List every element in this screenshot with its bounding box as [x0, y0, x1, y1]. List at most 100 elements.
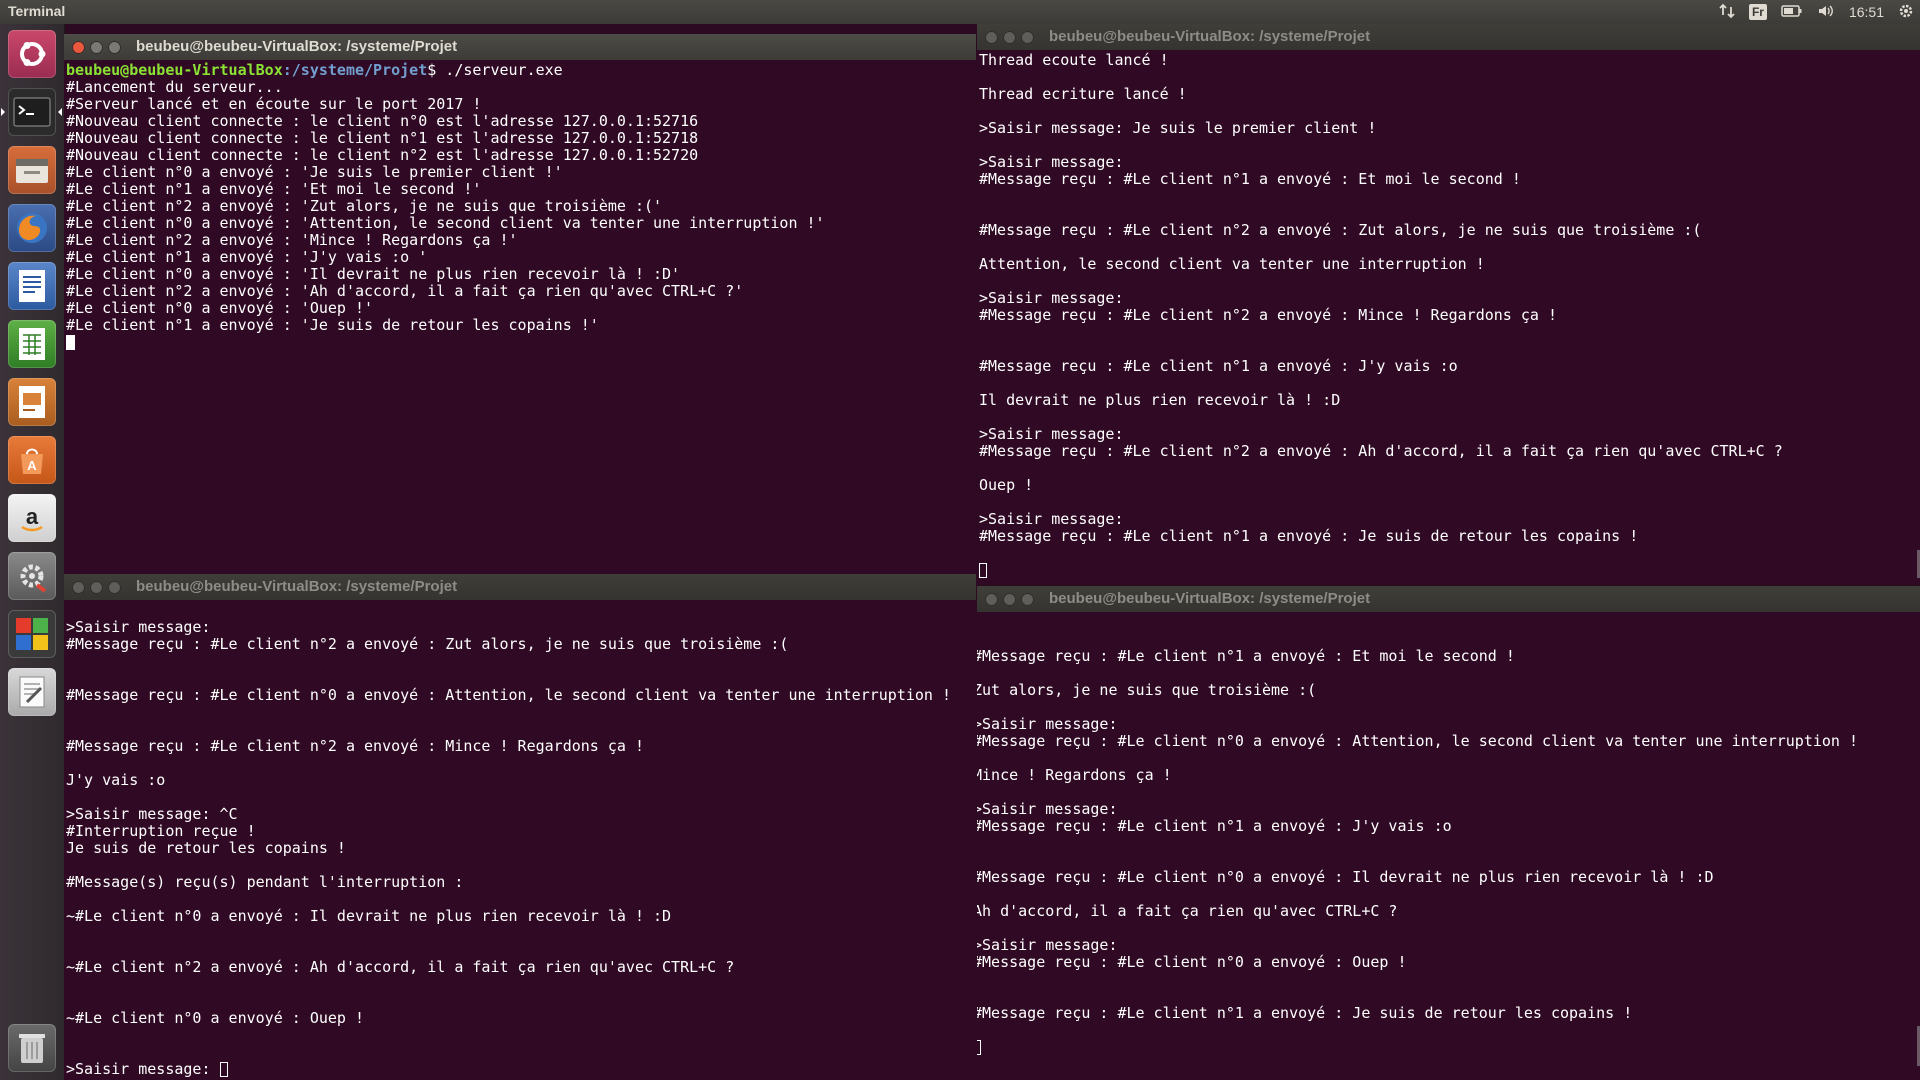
- network-icon[interactable]: [1719, 3, 1735, 22]
- terminal-line: #Message reçu : #Le client n°1 a envoyé …: [979, 357, 1458, 375]
- workspace-switcher-icon[interactable]: [8, 610, 56, 658]
- firefox-icon[interactable]: [8, 204, 56, 252]
- terminal-output[interactable]: beubeu@beubeu-VirtualBox:/systeme/Projet…: [66, 62, 976, 574]
- terminal-line: #Le client n°1 a envoyé : 'Et moi le sec…: [66, 180, 482, 198]
- volume-icon[interactable]: [1817, 3, 1835, 22]
- terminal-output[interactable]: #Message reçu : #Le client n°1 a envoyé …: [977, 614, 1920, 1080]
- terminal-output[interactable]: Thread ecoute lancé ! Thread ecriture lan…: [979, 52, 1920, 584]
- top-panel: Terminal Fr 16:51: [0, 0, 1920, 24]
- terminal-line: #Le client n°0 a envoyé : 'Ouep !': [66, 299, 374, 317]
- close-icon[interactable]: [72, 41, 85, 54]
- terminal-line: #Message reçu : #Le client n°2 a envoyé …: [979, 221, 1702, 239]
- window-titlebar[interactable]: beubeu@beubeu-VirtualBox: /systeme/Proje…: [977, 24, 1920, 50]
- terminal-line: Mince ! Regardons ça !: [977, 766, 1172, 784]
- terminal-line: #Message reçu : #Le client n°1 a envoyé …: [977, 647, 1515, 665]
- maximize-icon[interactable]: [108, 41, 121, 54]
- close-icon[interactable]: [72, 581, 85, 594]
- close-icon[interactable]: [985, 31, 998, 44]
- terminal-line: >Saisir message: ^C: [66, 805, 238, 823]
- terminal-line: #Nouveau client connecte : le client n°1…: [66, 129, 699, 147]
- terminal-line: Thread ecriture lancé !: [979, 85, 1187, 103]
- terminal-line: J'y vais :o: [66, 771, 166, 789]
- terminal-line: ~#Le client n°0 a envoyé : Ouep !: [66, 1009, 365, 1027]
- writer-icon[interactable]: [8, 262, 56, 310]
- client0-terminal-window[interactable]: beubeu@beubeu-VirtualBox: /systeme/Proje…: [977, 24, 1920, 584]
- server-terminal-window[interactable]: beubeu@beubeu-VirtualBox: /systeme/Proje…: [64, 34, 976, 574]
- terminal-line: Thread ecoute lancé !: [979, 51, 1169, 69]
- window-title: beubeu@beubeu-VirtualBox: /systeme/Proje…: [1049, 28, 1371, 45]
- window-title: beubeu@beubeu-VirtualBox: /systeme/Proje…: [136, 38, 458, 55]
- terminal-line: ~#Le client n°2 a envoyé : Ah d'accord, …: [66, 958, 735, 976]
- terminal-line: #Le client n°1 a envoyé : 'Je suis de re…: [66, 316, 599, 334]
- window-titlebar[interactable]: beubeu@beubeu-VirtualBox: /systeme/Proje…: [977, 586, 1920, 612]
- clock[interactable]: 16:51: [1849, 4, 1884, 20]
- minimize-icon[interactable]: [1003, 593, 1016, 606]
- minimize-icon[interactable]: [90, 581, 103, 594]
- command-text: $ ./serveur.exe: [427, 61, 563, 79]
- terminal-line: #Message reçu : #Le client n°0 a envoyé …: [977, 732, 1859, 750]
- terminal-line: #Le client n°1 a envoyé : 'J'y vais :o ': [66, 248, 428, 266]
- terminal-line: >Saisir message:: [979, 425, 1124, 443]
- terminal-line: #Message reçu : #Le client n°0 a envoyé …: [66, 686, 952, 704]
- terminal-line: #Nouveau client connecte : le client n°0…: [66, 112, 699, 130]
- maximize-icon[interactable]: [1021, 31, 1034, 44]
- minimize-icon[interactable]: [1003, 31, 1016, 44]
- software-center-icon[interactable]: A: [8, 436, 56, 484]
- window-title: beubeu@beubeu-VirtualBox: /systeme/Proje…: [136, 578, 458, 595]
- text-cursor: [66, 335, 75, 350]
- files-icon[interactable]: [8, 146, 56, 194]
- close-icon[interactable]: [985, 593, 998, 606]
- keyboard-layout-indicator[interactable]: Fr: [1748, 4, 1767, 20]
- system-settings-icon[interactable]: [8, 552, 56, 600]
- svg-text:A: A: [27, 458, 37, 473]
- window-titlebar[interactable]: beubeu@beubeu-VirtualBox: /systeme/Proje…: [64, 574, 976, 600]
- calc-icon[interactable]: [8, 320, 56, 368]
- svg-text:a: a: [26, 504, 39, 529]
- terminal-line: #Message reçu : #Le client n°0 a envoyé …: [977, 868, 1714, 886]
- client1-terminal-window[interactable]: beubeu@beubeu-VirtualBox: /systeme/Proje…: [64, 574, 976, 1080]
- text-cursor: [219, 1062, 228, 1077]
- session-gear-icon[interactable]: [1898, 3, 1914, 22]
- active-app-title: Terminal: [8, 3, 66, 19]
- terminal-line: #Message reçu : #Le client n°2 a envoyé …: [66, 635, 789, 653]
- terminal-line: Je suis de retour les copains !: [66, 839, 346, 857]
- terminal-line: #Le client n°2 a envoyé : 'Zut alors, je…: [66, 197, 663, 215]
- input-prompt: >Saisir message:: [66, 1060, 220, 1078]
- terminal-line: >Saisir message:: [979, 510, 1124, 528]
- terminal-icon[interactable]: [1, 88, 62, 136]
- terminal-line: >Saisir message:: [979, 153, 1124, 171]
- impress-icon[interactable]: [8, 378, 56, 426]
- amazon-icon[interactable]: a: [8, 494, 56, 542]
- text-editor-icon[interactable]: [8, 668, 56, 716]
- client2-terminal-window[interactable]: beubeu@beubeu-VirtualBox: /systeme/Proje…: [977, 586, 1920, 1080]
- terminal-output[interactable]: >Saisir message: #Message reçu : #Le clie…: [66, 602, 976, 1080]
- maximize-icon[interactable]: [108, 581, 121, 594]
- minimize-icon[interactable]: [90, 41, 103, 54]
- trash-icon[interactable]: [8, 1024, 56, 1072]
- terminal-line: >Saisir message:: [977, 800, 1118, 818]
- battery-icon[interactable]: [1781, 4, 1803, 21]
- terminal-line: ~#Le client n°0 a envoyé : Il devrait ne…: [66, 907, 672, 925]
- window-title: beubeu@beubeu-VirtualBox: /systeme/Proje…: [1049, 590, 1371, 607]
- ubuntu-dash-icon[interactable]: [8, 30, 56, 78]
- window-titlebar[interactable]: beubeu@beubeu-VirtualBox: /systeme/Proje…: [64, 34, 976, 60]
- maximize-icon[interactable]: [1021, 593, 1034, 606]
